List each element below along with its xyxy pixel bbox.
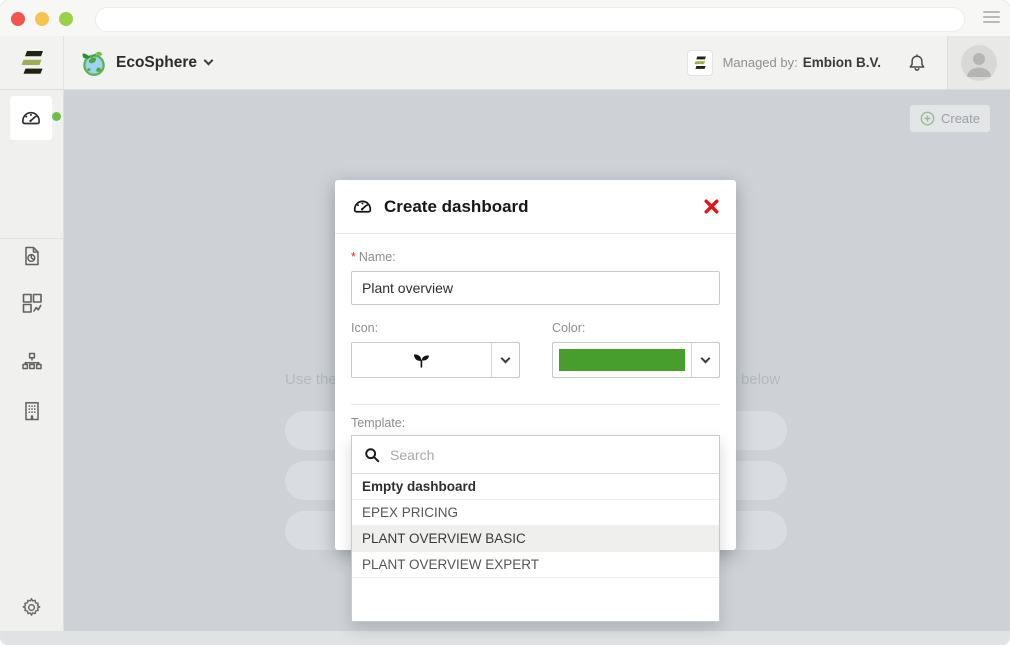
sidebar-item-buildings[interactable]: [0, 399, 63, 423]
plus-circle-icon: [920, 111, 935, 126]
browser-window: EcoSphere Managed by: Embion B.V.: [0, 0, 1010, 645]
search-icon: [364, 447, 380, 463]
icon-color-row: Icon: Color:: [351, 321, 720, 378]
sidebar-item-dashboards[interactable]: [10, 96, 52, 140]
modal-divider: [351, 404, 720, 405]
chevron-down-icon: [501, 353, 511, 363]
maximize-window-button[interactable]: [59, 12, 73, 26]
modal-header: Create dashboard: [335, 180, 736, 234]
modal-title: Create dashboard: [384, 197, 703, 217]
user-avatar-icon: [961, 45, 997, 81]
required-mark: *: [351, 250, 356, 264]
color-swatch-green: [559, 349, 685, 371]
sidebar-item-organization[interactable]: [0, 350, 63, 374]
icon-select[interactable]: [351, 342, 520, 378]
widgets-grid-icon: [20, 291, 44, 315]
url-bar[interactable]: [95, 7, 965, 32]
create-dashboard-button[interactable]: Create: [910, 105, 990, 132]
template-field-label: Template:: [351, 416, 720, 430]
window-bottom-edge: [0, 631, 1010, 645]
browser-chrome: [0, 0, 1010, 36]
create-button-label: Create: [941, 111, 980, 126]
chevron-down-icon: [204, 56, 214, 66]
app-header: EcoSphere Managed by: Embion B.V.: [0, 36, 1010, 90]
sitemap-icon: [20, 350, 44, 374]
workspace-switcher[interactable]: EcoSphere: [80, 49, 212, 77]
header-right: Managed by: Embion B.V.: [687, 36, 1010, 89]
managed-by-value: Embion B.V.: [803, 55, 881, 70]
close-modal-button[interactable]: [703, 198, 720, 215]
embion-logo[interactable]: [0, 36, 64, 89]
close-icon: [703, 198, 720, 215]
template-option-plant-overview-basic[interactable]: PLANT OVERVIEW BASIC: [352, 526, 719, 552]
bell-icon: [907, 53, 927, 73]
dashboard-gauge-icon: [351, 195, 374, 218]
name-field-label: *Name:: [351, 250, 720, 264]
sidebar-item-settings[interactable]: [0, 596, 63, 619]
modal-body: *Name: Icon:: [335, 250, 736, 430]
embion-stripes-icon: [19, 49, 45, 77]
notifications-button[interactable]: [907, 53, 927, 73]
icon-field: Icon:: [351, 321, 520, 378]
building-icon: [20, 399, 44, 423]
avatar: [961, 45, 997, 81]
managed-by-label: Managed by:: [723, 55, 798, 70]
template-option-empty-dashboard[interactable]: Empty dashboard: [352, 474, 719, 500]
icon-field-label: Icon:: [351, 321, 520, 335]
minimize-window-button[interactable]: [35, 12, 49, 26]
color-select-caret[interactable]: [691, 343, 719, 377]
gear-icon: [20, 596, 43, 619]
template-search-row: [352, 436, 719, 474]
report-document-icon: [20, 244, 44, 268]
icon-select-value: [352, 343, 491, 377]
color-select-value: [553, 343, 691, 377]
dashboard-gauge-icon: [19, 106, 43, 130]
seedling-icon: [411, 350, 432, 371]
color-select[interactable]: [552, 342, 720, 378]
sidebar-divider: [0, 238, 63, 239]
active-indicator-dot: [52, 112, 61, 121]
color-field: Color:: [552, 321, 720, 378]
template-search-input[interactable]: [390, 447, 707, 463]
sidebar: [0, 90, 64, 631]
create-dashboard-modal: Create dashboard *Name: Icon:: [335, 180, 736, 550]
sidebar-item-reports[interactable]: [0, 244, 63, 268]
hamburger-icon[interactable]: [983, 11, 1000, 24]
ecosphere-globe-icon: [80, 49, 108, 77]
close-window-button[interactable]: [11, 12, 25, 26]
brand-name: EcoSphere: [116, 54, 197, 72]
embion-stripes-icon: [693, 55, 707, 71]
dashboard-name-input[interactable]: [351, 271, 720, 305]
icon-select-caret[interactable]: [491, 343, 519, 377]
sidebar-item-widgets[interactable]: [0, 291, 63, 315]
template-dropdown: Empty dashboard EPEX PRICING PLANT OVERV…: [351, 435, 720, 622]
template-option-epex-pricing[interactable]: EPEX PRICING: [352, 500, 719, 526]
chevron-down-icon: [701, 353, 711, 363]
managed-by-logo: [687, 50, 713, 76]
user-menu[interactable]: [947, 36, 1010, 89]
template-option-plant-overview-expert[interactable]: PLANT OVERVIEW EXPERT: [352, 552, 719, 578]
color-field-label: Color:: [552, 321, 720, 335]
